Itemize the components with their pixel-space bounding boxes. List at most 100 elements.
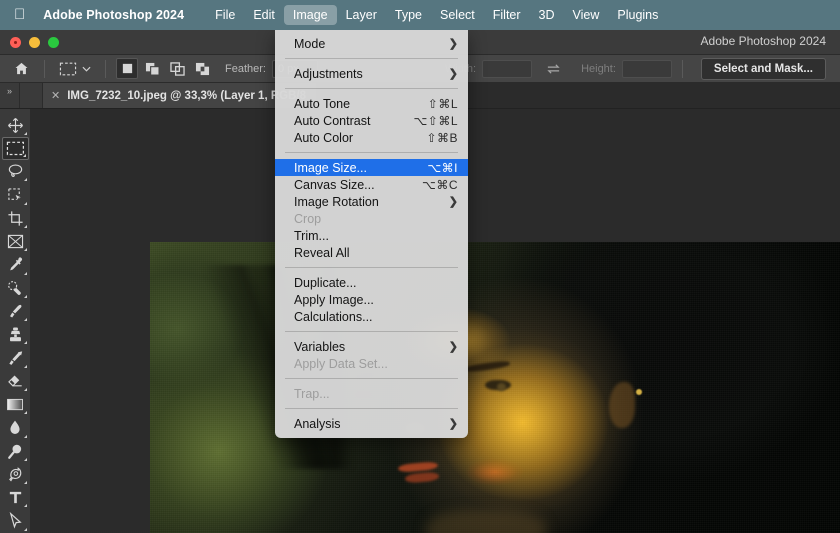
history-brush-tool[interactable] [2, 347, 29, 369]
spot-healing-brush-tool[interactable] [2, 277, 29, 299]
eyedropper-tool[interactable] [2, 254, 29, 276]
tool-options-corner [24, 225, 27, 228]
menu-item-image-size[interactable]: Image Size...⌥⌘I [275, 159, 468, 176]
photoshop-screen:  Adobe Photoshop 2024 File Edit Image L… [0, 0, 840, 533]
menu-item-shortcut: ⇧⌘B [426, 131, 458, 145]
tool-options-corner [24, 458, 27, 461]
menu-image[interactable]: Image [284, 5, 337, 25]
menu-item-calculations[interactable]: Calculations... [275, 308, 468, 325]
document-artboard[interactable] [150, 242, 840, 533]
subtract-from-selection-button[interactable] [166, 58, 188, 79]
menu-type[interactable]: Type [386, 5, 431, 25]
chevron-down-icon [82, 65, 91, 73]
intersect-with-selection-button[interactable] [191, 58, 213, 79]
tool-options-corner [24, 295, 27, 298]
menu-item-label: Duplicate... [294, 276, 458, 290]
menu-item-crop: Crop [275, 210, 468, 227]
height-input[interactable] [622, 60, 672, 78]
window-controls [0, 37, 59, 48]
menu-item-shortcut: ⇧⌘L [428, 97, 458, 111]
menu-item-trim[interactable]: Trim... [275, 227, 468, 244]
eraser-tool[interactable] [2, 370, 29, 392]
object-selection-tool[interactable] [2, 184, 29, 206]
menu-item-analysis[interactable]: Analysis❯ [275, 415, 468, 432]
active-app-name: Adobe Photoshop 2024 [43, 8, 184, 22]
menu-item-auto-contrast[interactable]: Auto Contrast⌥⇧⌘L [275, 112, 468, 129]
move-tool[interactable] [2, 114, 29, 136]
tool-options-corner [24, 411, 27, 414]
add-to-selection-button[interactable] [141, 58, 163, 79]
blur-tool[interactable] [2, 417, 29, 439]
menu-3d[interactable]: 3D [530, 5, 564, 25]
macos-menu-bar:  Adobe Photoshop 2024 File Edit Image L… [0, 0, 840, 30]
selection-mode-group [116, 58, 213, 79]
gradient-tool[interactable] [2, 393, 29, 415]
pen-tool[interactable] [2, 463, 29, 485]
menu-item-label: Auto Contrast [294, 114, 403, 128]
rectangular-marquee-tool[interactable] [2, 137, 29, 159]
width-input[interactable] [482, 60, 532, 78]
tool-options-corner [24, 132, 27, 135]
menu-item-reveal-all[interactable]: Reveal All [275, 244, 468, 261]
menu-file[interactable]: File [206, 5, 244, 25]
home-icon[interactable] [8, 58, 34, 80]
menu-filter[interactable]: Filter [484, 5, 530, 25]
menu-item-apply-image[interactable]: Apply Image... [275, 291, 468, 308]
feather-label: Feather: [225, 63, 266, 75]
menu-item-shortcut: ⌥⌘I [427, 161, 458, 175]
apple-icon[interactable]:  [14, 7, 25, 22]
menu-item-auto-color[interactable]: Auto Color ⇧⌘B [275, 129, 468, 146]
tool-options-corner [24, 481, 27, 484]
tool-options-corner [24, 202, 27, 205]
menu-item-label: Reveal All [294, 246, 458, 260]
menu-view[interactable]: View [564, 5, 609, 25]
minimize-window-button[interactable] [29, 37, 40, 48]
menu-item-image-rotation[interactable]: Image Rotation❯ [275, 193, 468, 210]
menu-plugins[interactable]: Plugins [608, 5, 667, 25]
divider [682, 60, 683, 78]
menu-edit[interactable]: Edit [244, 5, 284, 25]
tool-preset-picker[interactable] [55, 59, 95, 79]
lasso-tool[interactable] [2, 161, 29, 183]
menu-item-label: Canvas Size... [294, 178, 412, 192]
menu-select[interactable]: Select [431, 5, 484, 25]
swap-dimensions-icon[interactable] [546, 63, 561, 75]
new-selection-button[interactable] [116, 58, 138, 79]
menu-item-variables[interactable]: Variables❯ [275, 338, 468, 355]
select-and-mask-button[interactable]: Select and Mask... [701, 58, 826, 80]
menu-item-label: Calculations... [294, 310, 458, 324]
menu-item-trap: Trap... [275, 385, 468, 402]
menu-layer[interactable]: Layer [337, 5, 386, 25]
menu-item-label: Auto Tone [294, 97, 418, 111]
tab-bar-spacer [20, 83, 43, 108]
menu-item-canvas-size[interactable]: Canvas Size... ⌥⌘C [275, 176, 468, 193]
divider [105, 60, 106, 78]
path-selection-tool[interactable] [2, 510, 29, 532]
menu-item-duplicate[interactable]: Duplicate... [275, 274, 468, 291]
window-title: Adobe Photoshop 2024 [701, 34, 826, 48]
close-icon[interactable]: ✕ [51, 89, 60, 102]
tool-options-corner [24, 318, 27, 321]
chevron-right-icon: ❯ [449, 67, 458, 80]
menu-separator [285, 152, 458, 153]
menu-item-label: Auto Color [294, 131, 416, 145]
menu-item-label: Trim... [294, 229, 458, 243]
close-window-button[interactable] [10, 37, 21, 48]
image-menu-dropdown: Mode❯Adjustments❯Auto Tone⇧⌘LAuto Contra… [275, 30, 468, 438]
rectangular-marquee-icon [59, 61, 77, 77]
brush-tool[interactable] [2, 300, 29, 322]
menu-item-adjustments[interactable]: Adjustments❯ [275, 65, 468, 82]
tool-options-corner [24, 272, 27, 275]
chevron-right-icon: ❯ [449, 37, 458, 50]
menu-item-label: Analysis [294, 417, 439, 431]
type-tool[interactable] [2, 487, 29, 509]
maximize-window-button[interactable] [48, 37, 59, 48]
frame-tool[interactable] [2, 230, 29, 252]
menu-item-mode[interactable]: Mode❯ [275, 35, 468, 52]
crop-tool[interactable] [2, 207, 29, 229]
dodge-tool[interactable] [2, 440, 29, 462]
panel-expand-icon[interactable]: » [0, 83, 20, 108]
menu-item-auto-tone[interactable]: Auto Tone ⇧⌘L [275, 95, 468, 112]
clone-stamp-tool[interactable] [2, 324, 29, 346]
menu-item-shortcut: ⌥⌘C [422, 178, 458, 192]
